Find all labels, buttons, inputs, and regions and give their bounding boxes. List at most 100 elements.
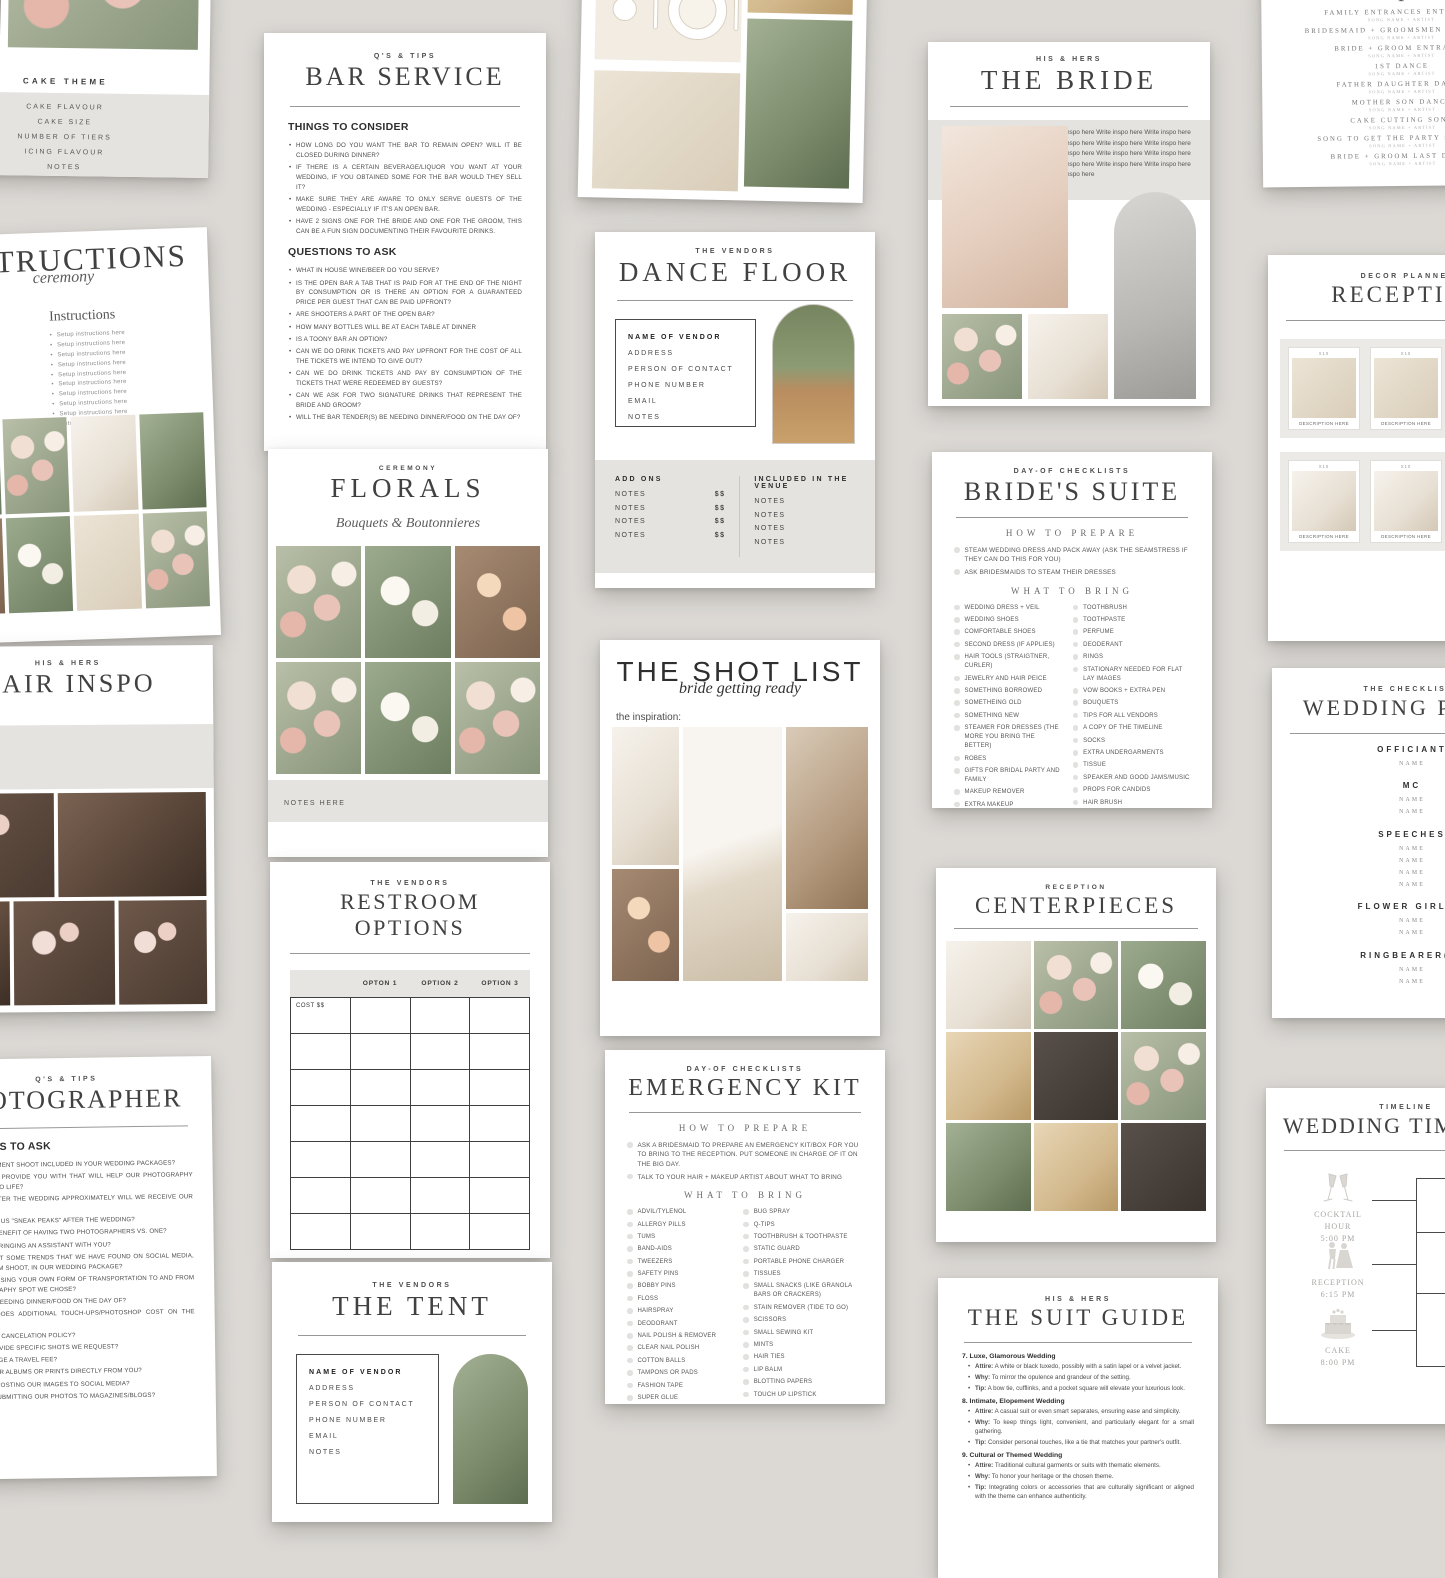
photo-hair-updo-pearls	[14, 901, 116, 1006]
addon-price: $$	[715, 491, 726, 498]
restroom-cell	[470, 1142, 529, 1177]
ek-bring-item: BLOTTING PAPERS	[743, 1378, 863, 1387]
checkbox-circle-icon	[743, 1342, 749, 1348]
restroom-cell	[411, 1214, 471, 1249]
emergency-kit-title: EMERGENCY KIT	[627, 1075, 863, 1102]
checkbox-circle-icon	[627, 1271, 633, 1277]
checkbox-circle-icon	[627, 1234, 633, 1240]
photographer-question: WHAT IS THE BENEFIT OF HAVING TWO PHOTOG…	[0, 1227, 194, 1240]
reception-song-item: FAMILY ENTRANCES ENTRANCE SONG NAME + AR…	[1271, 8, 1445, 24]
bs-bring-item: SOMETHING NEW	[954, 712, 1061, 721]
decor-kicker: DECOR PLANNER	[1280, 273, 1445, 280]
photo-bouquet-peach	[455, 546, 540, 658]
checkbox-circle-icon	[954, 569, 960, 575]
things-to-consider-header: THINGS TO CONSIDER	[288, 121, 522, 133]
checkbox-circle-icon	[627, 1174, 633, 1180]
page-florals: CEREMONY FLORALS Bouquets & Boutonnieres…	[268, 449, 548, 857]
restroom-cell	[470, 1178, 529, 1213]
checkbox-circle-icon	[954, 629, 960, 635]
photographer-question: WILL YOU BE POSTING OUR IMAGES TO SOCIAL…	[0, 1378, 196, 1391]
restroom-cell	[351, 1142, 411, 1177]
photo-centerpiece-blush	[1034, 941, 1119, 1029]
checkbox-circle-icon	[743, 1222, 749, 1228]
checkbox-circle-icon	[743, 1330, 749, 1336]
included-row: NOTES	[754, 525, 855, 532]
restroom-cell	[470, 998, 529, 1033]
photo-bride-arch	[1114, 192, 1196, 399]
ek-bring-item: HAIRSPRAY	[627, 1307, 731, 1316]
bs-bring-item: DEODERANT	[1073, 641, 1190, 650]
checkbox-circle-icon	[1073, 605, 1079, 611]
wedding-party-kicker: THE CHECKLISTS	[1284, 686, 1445, 693]
photo-bride-window	[786, 727, 868, 909]
bar-question-item: ARE SHOOTERS A PART OF THE OPEN BAR?	[288, 310, 522, 320]
timeline-note-box	[1417, 1179, 1445, 1233]
ek-bring-item: SMALL SNACKS (LIKE GRANOLA BARS OR CRACK…	[743, 1282, 863, 1300]
page-suit-guide: HIS & HERS THE SUIT GUIDE 7. Luxe, Glamo…	[938, 1278, 1218, 1578]
bs-bring-item: GIFTS FOR BRIDAL PARTY AND FAMILY	[954, 767, 1061, 785]
ek-bring-item: SMALL SEWING KIT	[743, 1329, 863, 1338]
decor-card: X10 DESCRIPTION HERE	[1370, 347, 1442, 430]
restroom-table: OPTON 1 OPTION 2 OPTION 3 COST $$	[290, 970, 530, 1250]
checkbox-circle-icon	[627, 1259, 633, 1265]
wp-section: FLOWER GIRL(S) NAMENAME	[1284, 902, 1445, 939]
page-reception-music: Reception FAMILY ENTRANCES ENTRANCE SONG…	[1261, 0, 1445, 187]
florals-notes-label: NOTES HERE	[284, 800, 346, 807]
page-restroom-options: THE VENDORS RESTROOM OPTIONS OPTON 1 OPT…	[270, 862, 550, 1258]
photo-shoes-veil	[612, 727, 679, 865]
addon-label: NOTES	[615, 505, 646, 512]
page-the-bride: HIS & HERS THE BRIDE Write inspo here Wr…	[928, 42, 1210, 406]
restroom-cell	[470, 1214, 529, 1249]
addons-header: ADD ONS	[615, 476, 725, 483]
photo-hair-braid	[0, 901, 10, 1006]
included-header: INCLUDED IN THE VENUE	[754, 476, 855, 490]
photographer-question: WILL YOU BE NEEDING DINNER/FOOD ON THE D…	[0, 1295, 195, 1308]
wp-name-slot: NAME	[1284, 867, 1445, 879]
page-wedding-party: THE CHECKLISTS WEDDING PARTY OFFICIANT N…	[1272, 668, 1445, 1018]
ek-bring-item: STAIN REMOVER (TIDE TO GO)	[743, 1304, 863, 1313]
bs-prepare-item: ASK BRIDESMAIDS TO STEAM THEIR DRESSES	[954, 568, 1190, 577]
photo-bouquet-white	[365, 546, 450, 658]
page-tablescape-collage	[578, 0, 870, 203]
photographer-question: HOW MUCH DOES ADDITIONAL TOUCH-UPS/PHOTO…	[0, 1307, 195, 1330]
checkbox-circle-icon	[954, 802, 960, 808]
dance-floor-kicker: THE VENDORS	[615, 248, 855, 255]
bs-bring-item: SPEAKER AND GOOD JAMS/MUSIC	[1073, 774, 1190, 783]
checkbox-circle-icon	[1073, 750, 1079, 756]
restroom-cell	[411, 1142, 471, 1177]
wp-name-slot: NAME	[1284, 758, 1445, 770]
dance-vendor-box: NAME OF VENDOR ADDRESS PERSON OF CONTACT…	[615, 319, 756, 427]
ek-bring-item: TOUCH UP LIPSTICK	[743, 1391, 863, 1400]
checkbox-circle-icon	[627, 1358, 633, 1364]
bs-bring-item: SOMETHING BORROWED	[954, 687, 1061, 696]
bs-bring-item: SECOND DRESS (IF APPLIES)	[954, 641, 1061, 650]
bs-bring-item: HAIR TOOLS (STRAIGTNER, CURLER)	[954, 653, 1061, 671]
ek-bring-item: MINTS	[743, 1341, 863, 1350]
wp-section: OFFICIANT NAME	[1284, 745, 1445, 770]
photo-bride-makeup	[612, 869, 679, 981]
restroom-cell	[411, 1106, 471, 1141]
photo-hair-bun	[57, 792, 206, 897]
photographer-question: WILL YOU BE BRINGING AN ASSISTANT WITH Y…	[0, 1239, 194, 1252]
bs-bring-item: VOW BOOKS + EXTRA PEN	[1073, 687, 1190, 696]
florals-title: FLORALS	[276, 473, 540, 504]
page-shot-list: THE SHOT LIST bride getting ready the in…	[600, 640, 880, 1036]
checkbox-circle-icon	[954, 700, 960, 706]
restroom-row-label	[291, 1070, 351, 1105]
checkbox-circle-icon	[1073, 800, 1079, 806]
suit-bullet: Attire: A casual suit or even smart sepa…	[968, 1407, 1194, 1416]
photographer-question: DO YOU CHARGE A TRAVEL FEE?	[0, 1353, 195, 1366]
ek-bring-item: Q-TIPS	[743, 1221, 863, 1230]
reception-song-item: CAKE CUTTING SONG SONG NAME + ARTIST	[1272, 116, 1445, 132]
checkbox-circle-icon	[743, 1305, 749, 1311]
bs-bring-item: STATIONARY NEEDED FOR FLAT LAY IMAGES	[1073, 666, 1190, 684]
photographer-question: WILL YOU BE USING YOUR OWN FORM OF TRANS…	[0, 1273, 194, 1296]
decor-count: X10	[1292, 464, 1356, 469]
restroom-title: RESTROOM OPTIONS	[286, 889, 534, 941]
tent-vendor-box: NAME OF VENDOR ADDRESS PERSON OF CONTACT…	[296, 1354, 439, 1504]
restroom-col-option2: OPTION 2	[410, 970, 470, 997]
checkbox-circle-icon	[1073, 688, 1079, 694]
bride-kicker: HIS & HERS	[942, 56, 1196, 63]
bar-questions-header: QUESTIONS TO ASK	[288, 246, 522, 258]
photo-hair-low-bun	[119, 900, 208, 1005]
